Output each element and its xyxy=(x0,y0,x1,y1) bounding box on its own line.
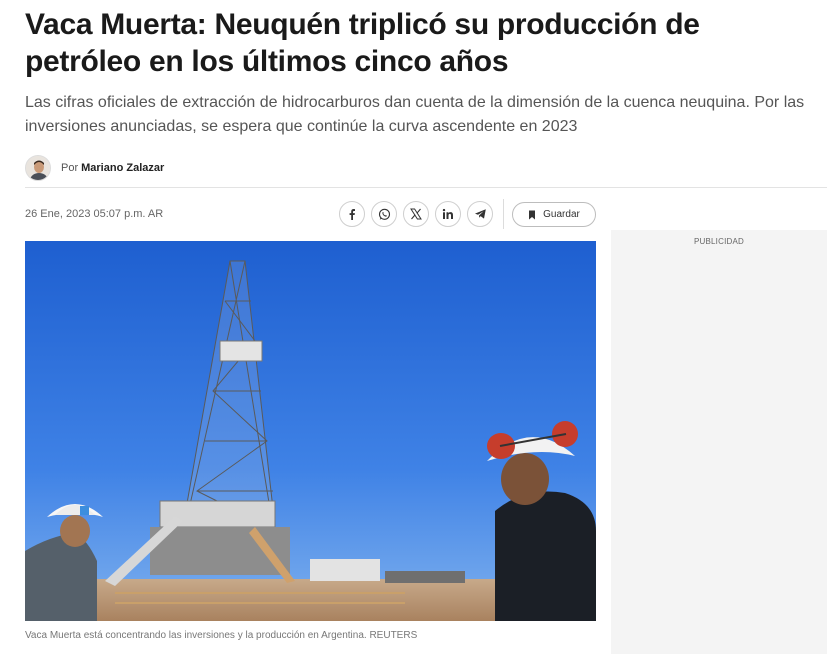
save-button[interactable]: Guardar xyxy=(512,202,596,227)
author-avatar[interactable] xyxy=(25,155,51,181)
advertisement-slot[interactable]: PUBLICIDAD xyxy=(611,230,827,654)
share-linkedin-button[interactable] xyxy=(435,201,461,227)
bookmark-icon xyxy=(529,210,536,219)
article-headline: Vaca Muerta: Neuquén triplicó su producc… xyxy=(25,8,700,78)
whatsapp-icon xyxy=(378,208,390,220)
share-divider xyxy=(503,199,504,229)
author-name-link[interactable]: Mariano Zalazar xyxy=(81,162,164,174)
x-icon xyxy=(410,208,422,220)
share-facebook-button[interactable] xyxy=(339,201,365,227)
author-byline: Por Mariano Zalazar xyxy=(25,154,164,182)
share-telegram-button[interactable] xyxy=(467,201,493,227)
header-divider xyxy=(25,187,827,188)
article-subhead: Las cifras oficiales de extracción de hi… xyxy=(25,94,805,135)
author-prefix: Por xyxy=(61,162,79,174)
share-x-button[interactable] xyxy=(403,201,429,227)
oil-rig-photo xyxy=(25,241,596,621)
publish-date: 26 Ene, 2023 05:07 p.m. AR xyxy=(25,208,164,220)
save-label: Guardar xyxy=(543,209,580,220)
share-bar xyxy=(339,201,493,227)
article-main-image[interactable] xyxy=(25,241,596,621)
share-whatsapp-button[interactable] xyxy=(371,201,397,227)
facebook-icon xyxy=(349,209,355,220)
ad-label: PUBLICIDAD xyxy=(693,237,744,246)
telegram-icon xyxy=(474,209,486,219)
image-caption: Vaca Muerta está concentrando las invers… xyxy=(25,630,418,641)
linkedin-icon xyxy=(442,208,453,219)
